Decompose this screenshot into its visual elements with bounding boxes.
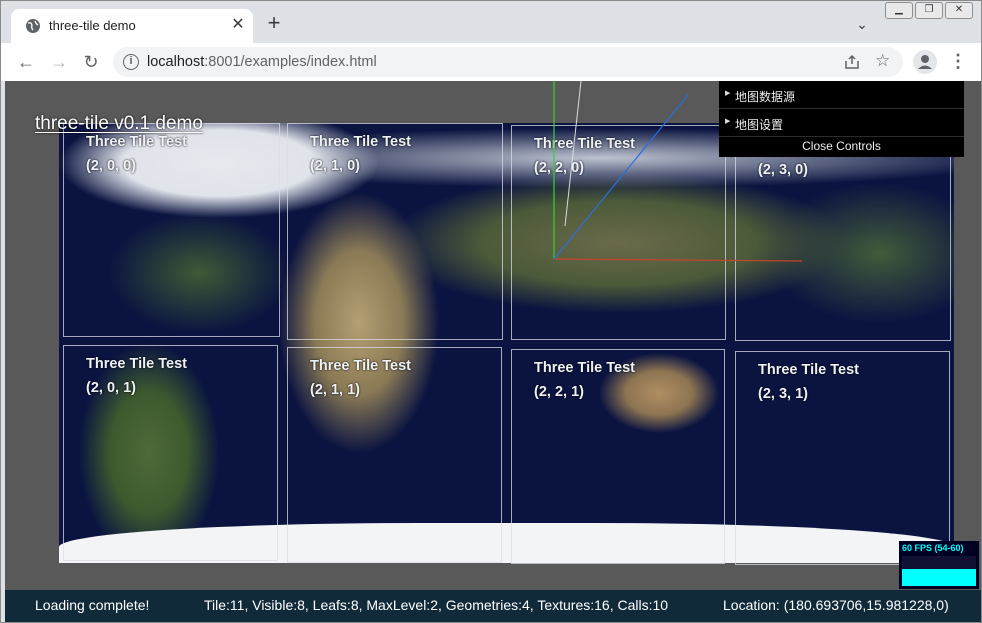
tile-coordinate: (2, 1, 1) [310, 382, 360, 398]
url-path: :8001/examples/index.html [204, 54, 377, 70]
tile-label: Three Tile Test [86, 356, 187, 372]
tile-coordinate: (2, 2, 1) [534, 384, 584, 400]
tile-coordinate: (2, 3, 0) [758, 162, 808, 178]
tile-label: Three Tile Test [310, 358, 411, 374]
tile-cell: Three Tile Test(2, 3, 0) [735, 127, 951, 341]
map-viewport[interactable]: Three Tile Test (2, 0, 0) Three Tile Test(… [5, 81, 981, 622]
close-controls-button[interactable]: Close Controls [719, 137, 964, 157]
share-icon[interactable] [843, 53, 861, 71]
tile-label: Three Tile Test [310, 134, 411, 150]
folder-map-settings[interactable]: ▶ 地图设置 [719, 109, 964, 137]
tile-label: Three Tile Test [86, 134, 187, 150]
browser-tab[interactable]: three-tile demo ✕ [11, 9, 253, 43]
fps-graph-fill [902, 569, 976, 586]
window-controls: ▁ ❐ ✕ [885, 2, 973, 19]
address-bar[interactable]: i localhost:8001/examples/index.html ☆ [113, 47, 903, 77]
url-host: localhost [147, 54, 205, 70]
restore-button[interactable]: ❐ [915, 2, 943, 19]
tile-coordinate: (2, 0, 1) [86, 380, 136, 396]
loading-status: Loading complete! [35, 597, 150, 613]
tile-cell: Three Tile Test (2, 2, 0) [511, 125, 726, 340]
minimize-button[interactable]: ▁ [885, 2, 913, 19]
tile-cell: Three Tile Test (2, 2, 1) [511, 349, 725, 564]
profile-avatar[interactable] [913, 50, 937, 74]
tile-coordinate: (2, 3, 1) [758, 386, 808, 402]
demo-title: three-tile v0.1 demo [35, 113, 203, 134]
controls-panel: ▶ 地图数据源 ▶ 地图设置 Close Controls [719, 81, 964, 157]
browser-toolbar: ← → ↻ i localhost:8001/examples/index.ht… [1, 43, 981, 81]
tile-label: Three Tile Test [758, 362, 859, 378]
new-tab-button[interactable]: + [263, 12, 285, 35]
folder-data-source[interactable]: ▶ 地图数据源 [719, 81, 964, 109]
tile-cell: Three Tile Test (2, 3, 1) [735, 351, 950, 565]
tile-cell: Three Tile Test (2, 1, 1) [287, 347, 502, 563]
back-arrow-icon[interactable]: ← [15, 51, 37, 73]
fps-graph [902, 556, 976, 586]
tile-coordinate: (2, 2, 0) [534, 160, 584, 176]
person-icon [918, 55, 932, 69]
close-tab-icon[interactable]: ✕ [229, 16, 247, 34]
globe-icon [26, 19, 40, 33]
reload-icon[interactable]: ↻ [80, 51, 102, 73]
browser-window: three-tile demo ✕ + ⌄ ▁ ❐ ✕ ← → ↻ i loca… [0, 0, 982, 623]
render-stats: Tile:11, Visible:8, Leafs:8, MaxLevel:2,… [204, 597, 669, 613]
tile-cell: Three Tile Test (2, 0, 0) [63, 123, 280, 337]
tile-label: Three Tile Test [534, 360, 635, 376]
chevron-down-icon[interactable]: ⌄ [853, 15, 871, 33]
close-window-button[interactable]: ✕ [945, 2, 973, 19]
tile-coordinate: (2, 0, 0) [86, 158, 136, 174]
tile-cell: Three Tile Test (2, 0, 1) [63, 345, 278, 561]
fps-text: 60 FPS (54-60) [902, 543, 964, 553]
info-icon[interactable]: i [123, 54, 139, 70]
location-readout: Location: (180.693706,15.981228,0) [723, 597, 949, 613]
triangle-right-icon: ▶ [725, 90, 731, 97]
tile-cell: Three Tile Test (2, 1, 0) [287, 123, 503, 340]
status-bar: Loading complete! Tile:11, Visible:8, Le… [5, 590, 981, 622]
folder-label: 地图设置 [735, 118, 784, 132]
folder-label: 地图数据源 [735, 90, 796, 104]
bookmark-star-icon[interactable]: ☆ [875, 51, 890, 71]
more-menu-icon[interactable]: ⋮ [949, 51, 967, 73]
tile-coordinate: (2, 1, 0) [310, 158, 360, 174]
url-text[interactable]: localhost:8001/examples/index.html [147, 54, 377, 70]
tile-label: Three Tile Test [534, 136, 635, 152]
triangle-right-icon: ▶ [725, 118, 731, 125]
fps-stats-panel[interactable]: 60 FPS (54-60) [899, 541, 979, 589]
forward-arrow-icon[interactable]: → [48, 51, 70, 73]
tab-strip: three-tile demo ✕ + ⌄ ▁ ❐ ✕ [1, 1, 981, 43]
tab-title: three-tile demo [49, 18, 136, 33]
